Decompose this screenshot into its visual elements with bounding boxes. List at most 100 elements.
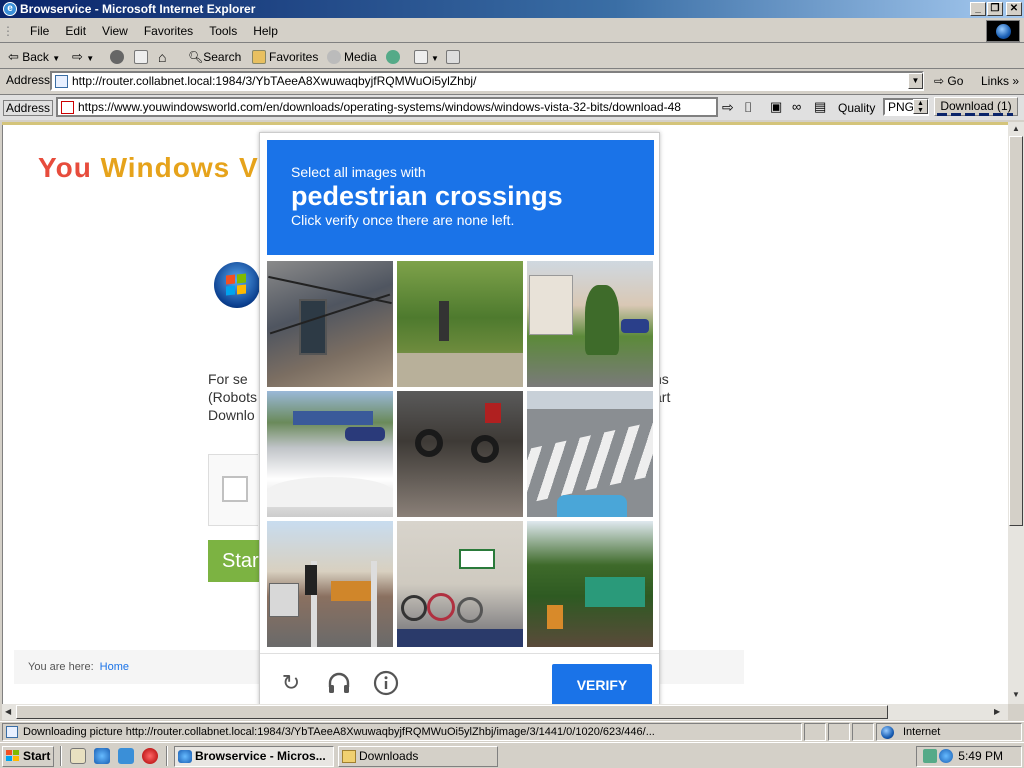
go-arrow-icon: ⇨ bbox=[934, 74, 945, 88]
refresh-button[interactable] bbox=[134, 48, 151, 66]
captcha-tile-4[interactable] bbox=[267, 391, 393, 517]
history-button[interactable] bbox=[386, 48, 403, 66]
address-dropdown-button[interactable]: ▼ bbox=[908, 73, 923, 89]
captcha-tile-9[interactable] bbox=[527, 521, 653, 647]
browservice-address-label: Address bbox=[3, 100, 54, 116]
bookmark-icon[interactable]: ⌷ bbox=[744, 98, 752, 116]
menu-favorites[interactable]: Favorites bbox=[136, 19, 201, 43]
media-player-icon[interactable] bbox=[142, 748, 158, 764]
status-pane-empty bbox=[828, 723, 850, 741]
breadcrumb-label: You are here: bbox=[28, 661, 94, 673]
clock[interactable]: 5:49 PM bbox=[958, 749, 1003, 763]
captcha-instruction: Click verify once there are none left. bbox=[291, 212, 515, 228]
zone-label: Internet bbox=[903, 726, 941, 738]
captcha-tile-5[interactable] bbox=[397, 391, 523, 517]
search-icon: 🔍︎ bbox=[188, 50, 204, 64]
tray-app-icon[interactable] bbox=[939, 749, 953, 763]
media-button[interactable]: Media bbox=[327, 48, 377, 66]
verify-button[interactable]: VERIFY bbox=[552, 664, 652, 706]
window-title-bar[interactable]: e Browservice - Microsoft Internet Explo… bbox=[0, 0, 1024, 18]
close-button[interactable]: ✕ bbox=[1006, 2, 1022, 16]
menu-bar: ⋮ File Edit View Favorites Tools Help bbox=[0, 19, 1024, 43]
menu-tools[interactable]: Tools bbox=[201, 19, 245, 43]
page-description-left: For se (Robots Downlo bbox=[208, 371, 258, 423]
scroll-right-arrow-icon[interactable]: ▶ bbox=[994, 707, 1000, 716]
history-icon bbox=[386, 50, 400, 64]
captcha-tile-3[interactable] bbox=[527, 261, 653, 387]
print-icon bbox=[446, 50, 460, 64]
site-logo[interactable]: You Windows V bbox=[38, 152, 259, 184]
internet-zone-icon bbox=[881, 726, 894, 739]
captcha-tile-7[interactable] bbox=[267, 521, 393, 647]
back-label: Back bbox=[22, 50, 49, 64]
breadcrumb-home-link[interactable]: Home bbox=[100, 661, 129, 673]
quality-value: PNG bbox=[888, 100, 915, 114]
captcha-prompt: Select all images with bbox=[291, 164, 426, 180]
reload-icon[interactable]: ↻ bbox=[278, 670, 304, 696]
home-icon: ⌂ bbox=[158, 49, 167, 65]
globe-icon bbox=[996, 24, 1011, 39]
internet-explorer-icon[interactable] bbox=[94, 748, 110, 764]
ie-throbber bbox=[986, 20, 1020, 42]
recaptcha-checkbox[interactable] bbox=[222, 476, 248, 502]
show-desktop-icon[interactable] bbox=[70, 748, 86, 764]
find-icon[interactable]: ▣ bbox=[770, 98, 782, 116]
dropdown-arrow-icon: ▼ bbox=[86, 54, 95, 63]
info-icon[interactable] bbox=[373, 670, 399, 696]
captcha-tile-1[interactable] bbox=[267, 261, 393, 387]
captcha-tile-8[interactable] bbox=[397, 521, 523, 647]
mail-icon bbox=[414, 50, 428, 64]
menu-view[interactable]: View bbox=[94, 19, 136, 43]
captcha-tile-6[interactable] bbox=[527, 391, 653, 517]
restore-button[interactable]: ❐ bbox=[987, 2, 1003, 16]
clipboard-icon[interactable]: ▤ bbox=[814, 98, 826, 116]
print-button[interactable] bbox=[446, 48, 463, 66]
outlook-express-icon[interactable] bbox=[118, 748, 134, 764]
captcha-challenge-dialog: Select all images with pedestrian crossi… bbox=[259, 132, 660, 707]
minimize-button[interactable]: _ bbox=[970, 2, 986, 16]
insecure-page-icon bbox=[61, 101, 74, 114]
system-tray: 5:49 PM bbox=[916, 746, 1022, 767]
taskbar-item-browservice[interactable]: Browservice - Micros... bbox=[174, 746, 334, 767]
horizontal-scrollbar[interactable]: ◀ ▶ bbox=[2, 704, 1008, 720]
vertical-scroll-thumb[interactable] bbox=[1009, 136, 1023, 526]
home-button[interactable]: ⌂ bbox=[158, 48, 166, 66]
favorites-button[interactable]: Favorites bbox=[252, 48, 318, 66]
vertical-scrollbar[interactable]: ▲ ▼ bbox=[1008, 122, 1024, 704]
scroll-up-arrow-icon[interactable]: ▲ bbox=[1012, 124, 1020, 133]
captcha-footer: ↻ VERIFY bbox=[260, 653, 659, 708]
audio-icon[interactable] bbox=[326, 670, 352, 696]
binoculars-icon[interactable]: ∞ bbox=[792, 98, 801, 116]
quality-spinner[interactable]: ▲ ▼ bbox=[913, 99, 928, 114]
back-button[interactable]: ⇦ Back ▼ bbox=[8, 48, 60, 66]
refresh-icon bbox=[134, 50, 148, 64]
captcha-tile-2[interactable] bbox=[397, 261, 523, 387]
scroll-down-arrow-icon[interactable]: ▼ bbox=[1012, 690, 1020, 699]
horizontal-scroll-thumb[interactable] bbox=[16, 705, 888, 719]
taskbar-item-downloads[interactable]: Downloads bbox=[338, 746, 498, 767]
favorites-icon bbox=[252, 50, 266, 64]
network-icon[interactable] bbox=[923, 749, 937, 763]
page-top-border bbox=[2, 122, 1008, 125]
scroll-left-arrow-icon[interactable]: ◀ bbox=[5, 707, 11, 716]
start-download-button[interactable]: Star bbox=[208, 540, 260, 582]
start-button[interactable]: Start bbox=[2, 746, 54, 767]
go-button[interactable]: ⇨ Go bbox=[934, 72, 963, 90]
go-arrow-icon[interactable]: ⇨ bbox=[722, 98, 734, 116]
links-button[interactable]: Links » bbox=[981, 72, 1019, 90]
address-input[interactable]: http://router.collabnet.local:1984/3/YbT… bbox=[50, 71, 924, 91]
forward-button[interactable]: ⇨ ▼ bbox=[72, 48, 94, 66]
status-text: Downloading picture http://router.collab… bbox=[23, 726, 655, 738]
menu-file[interactable]: File bbox=[22, 19, 57, 43]
browservice-address-input[interactable]: https://www.youwindowsworld.com/en/downl… bbox=[56, 97, 718, 117]
search-button[interactable]: 🔍︎Search bbox=[188, 48, 241, 66]
stop-button[interactable] bbox=[110, 48, 127, 66]
menu-help[interactable]: Help bbox=[245, 19, 286, 43]
windows-flag-icon bbox=[6, 750, 20, 763]
download-button[interactable]: Download (1) bbox=[934, 97, 1018, 116]
logo-windows: Windows bbox=[100, 152, 231, 183]
back-arrow-icon: ⇦ bbox=[8, 49, 19, 64]
mail-button[interactable]: ▼ bbox=[414, 48, 439, 66]
window-title: Browservice - Microsoft Internet Explore… bbox=[20, 2, 256, 16]
menu-edit[interactable]: Edit bbox=[57, 19, 94, 43]
